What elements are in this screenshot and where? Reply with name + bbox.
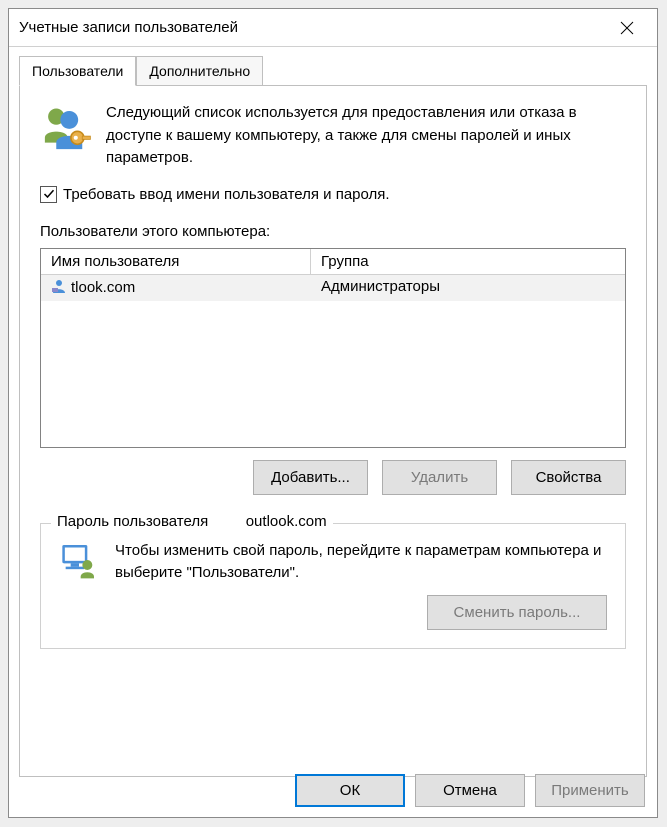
titlebar: Учетные записи пользователей [9,9,657,47]
tab-users[interactable]: Пользователи [19,56,136,86]
user-buttons-row: Добавить... Удалить Свойства [40,460,626,495]
checkmark-icon [43,188,55,200]
cell-group: Администраторы [311,275,625,301]
close-icon [620,21,634,35]
column-header-name[interactable]: Имя пользователя [41,249,311,275]
checkbox-label: Требовать ввод имени пользователя и паро… [63,186,390,203]
legend-user: outlook.com [246,513,327,530]
close-button[interactable] [607,15,647,41]
change-password-button: Сменить пароль... [427,595,607,630]
require-credentials-checkbox[interactable]: Требовать ввод имени пользователя и паро… [40,186,626,203]
password-groupbox-legend: Пароль пользователя outlook.com [51,513,333,530]
intro-section: Следующий список используется для предос… [40,102,626,170]
password-groupbox: Пароль пользователя outlook.com Чтоб [40,523,626,649]
window-title: Учетные записи пользователей [19,19,238,36]
cell-username: tlook.com [71,279,135,296]
remove-button: Удалить [382,460,497,495]
intro-text: Следующий список используется для предос… [106,102,626,170]
table-header: Имя пользователя Группа [41,249,625,275]
tab-advanced[interactable]: Дополнительно [136,56,263,86]
column-header-group[interactable]: Группа [311,249,625,275]
dialog-footer: ОК Отмена Применить [295,774,645,807]
user-table[interactable]: Имя пользователя Группа tlook.com Админи… [40,248,626,448]
password-text: Чтобы изменить свой пароль, перейдите к … [115,540,607,585]
ok-button[interactable]: ОК [295,774,405,807]
cancel-button[interactable]: Отмена [415,774,525,807]
user-row-icon [51,278,67,298]
user-accounts-dialog: Учетные записи пользователей Пользовател… [8,8,658,818]
properties-button[interactable]: Свойства [511,460,626,495]
apply-button: Применить [535,774,645,807]
password-user-icon [59,540,99,585]
tab-strip: Пользователи Дополнительно [19,55,657,85]
legend-prefix: Пароль пользователя [57,513,208,530]
tab-panel-users: Следующий список используется для предос… [19,85,647,777]
user-list-label: Пользователи этого компьютера: [40,223,626,240]
table-row[interactable]: tlook.com Администраторы [41,275,625,301]
add-button[interactable]: Добавить... [253,460,368,495]
checkbox-box[interactable] [40,186,57,203]
users-key-icon [40,102,92,170]
